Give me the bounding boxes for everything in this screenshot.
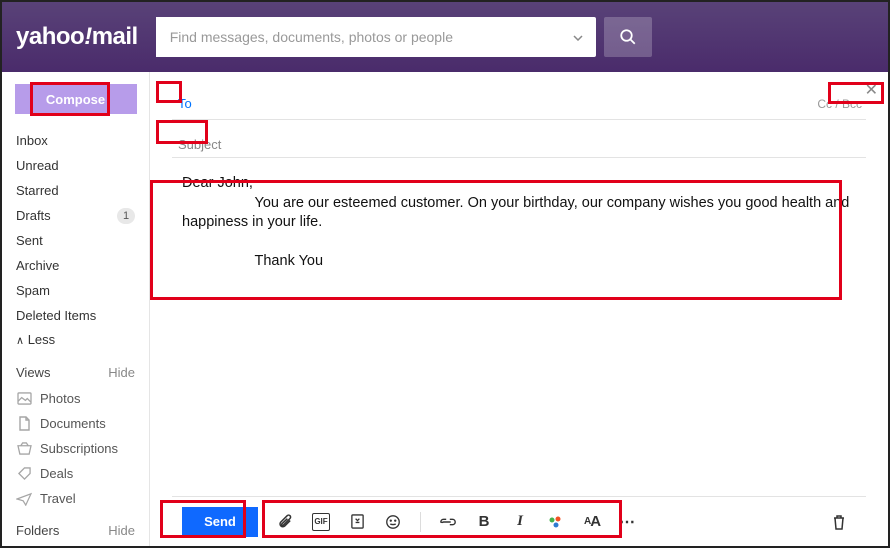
body-line: You are our esteemed customer. On your b… [182,194,856,233]
drafts-badge: 1 [117,208,135,224]
to-row[interactable]: To Cc / Bcc [172,88,866,120]
body-line [182,233,856,253]
send-button[interactable]: Send [182,507,258,537]
toolbar-separator [420,512,421,532]
gif-icon[interactable]: GIF [312,513,330,531]
more-formatting-icon[interactable]: ⋯ [619,513,637,531]
compose-toolbar: Send GIF B I AA ⋯ [172,496,866,546]
text-color-icon[interactable] [547,513,565,531]
documents-icon [16,416,32,432]
italic-icon[interactable]: I [511,513,529,531]
sidebar-item-archive[interactable]: Archive [2,253,149,278]
sidebar-item-spam[interactable]: Spam [2,278,149,303]
sidebar-item-starred[interactable]: Starred [2,178,149,203]
folders-hide-link[interactable]: Hide [108,523,135,538]
compose-pane: ✕ To Cc / Bcc Subject Dear John, You are… [150,72,888,546]
view-subscriptions[interactable]: Subscriptions [2,436,149,461]
photos-icon [16,391,32,407]
search-button[interactable] [604,17,652,57]
folders-header: FoldersHide [2,511,149,540]
sidebar-item-unread[interactable]: Unread [2,153,149,178]
body-line: Dear John, [182,174,856,194]
font-size-icon[interactable]: AA [583,513,601,531]
view-photos[interactable]: Photos [2,386,149,411]
bold-icon[interactable]: B [475,513,493,531]
emoji-icon[interactable] [384,513,402,531]
sidebar-item-sent[interactable]: Sent [2,228,149,253]
to-label: To [172,94,198,113]
stationery-icon[interactable] [348,513,366,531]
views-header: ViewsHide [2,353,149,386]
subject-label: Subject [172,135,227,154]
sidebar: Compose Inbox Unread Starred Drafts1 Sen… [2,72,150,546]
header-bar: yahoo!mail [2,2,888,72]
search-wrapper [156,17,596,57]
search-input[interactable] [156,17,560,57]
sidebar-item-inbox[interactable]: Inbox [2,128,149,153]
compose-body[interactable]: Dear John, You are our esteemed customer… [172,158,866,496]
view-deals[interactable]: Deals [2,461,149,486]
compose-button[interactable]: Compose [15,84,137,114]
travel-icon [16,491,32,507]
sidebar-less-toggle[interactable]: ∧ Less [2,328,149,353]
search-dropdown-chevron-icon[interactable] [560,30,596,44]
link-icon[interactable] [439,513,457,531]
subscriptions-icon [16,441,32,457]
view-travel[interactable]: Travel [2,486,149,511]
views-hide-link[interactable]: Hide [108,365,135,380]
cc-bcc-toggle[interactable]: Cc / Bcc [813,96,866,112]
chevron-up-icon: ∧ [16,335,24,347]
body-line: Thank You [182,252,856,272]
sidebar-item-deleted[interactable]: Deleted Items [2,303,149,328]
sidebar-item-drafts[interactable]: Drafts1 [2,203,149,228]
delete-draft-icon[interactable] [830,513,848,531]
close-compose-icon[interactable]: ✕ [865,80,878,100]
subject-row[interactable]: Subject [172,126,866,158]
deals-icon [16,466,32,482]
attach-icon[interactable] [276,513,294,531]
yahoo-mail-logo: yahoo!mail [16,23,138,51]
view-documents[interactable]: Documents [2,411,149,436]
